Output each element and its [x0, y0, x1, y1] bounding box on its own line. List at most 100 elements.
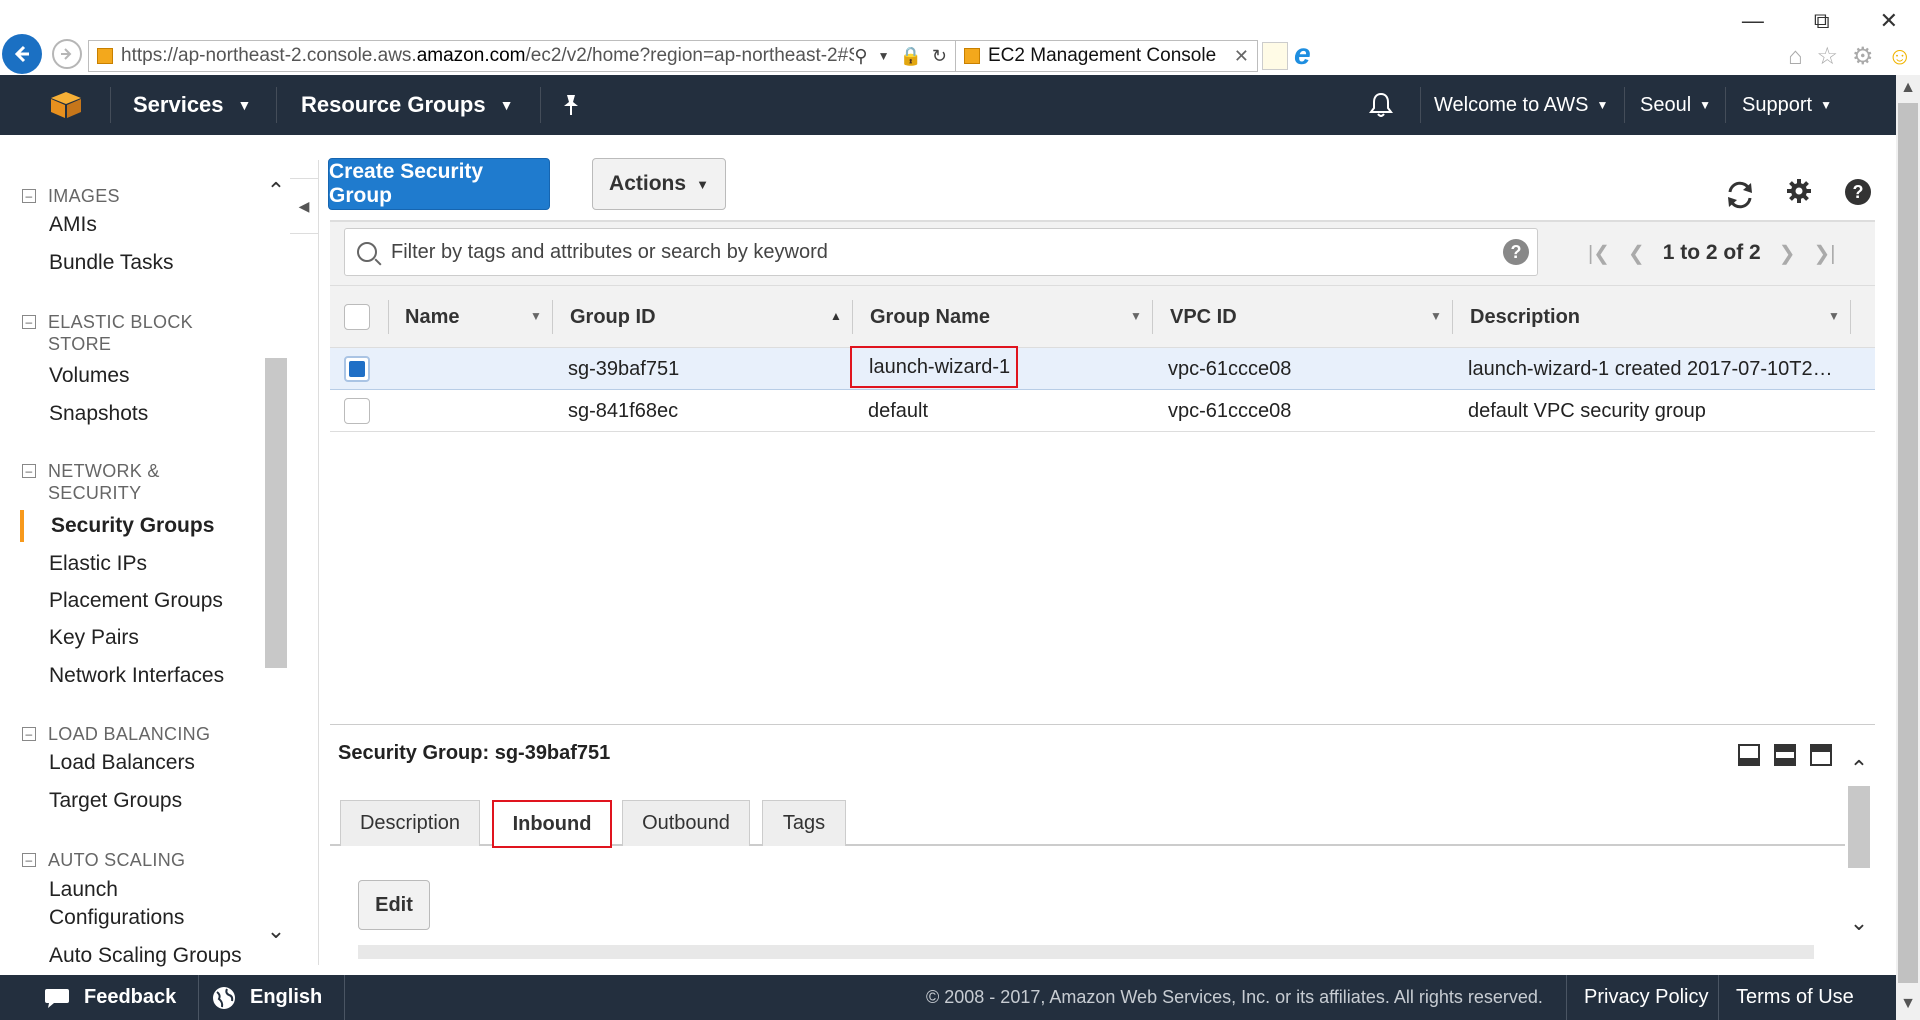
cell-group-name-highlighted[interactable]: launch-wizard-1	[850, 346, 1018, 388]
scroll-up-icon[interactable]: ▲	[1896, 79, 1920, 97]
scroll-down-icon[interactable]: ▼	[1896, 995, 1920, 1013]
tab-inbound[interactable]: Inbound	[492, 800, 612, 848]
close-window-icon[interactable]: ✕	[1880, 8, 1898, 34]
sidebar-item-placement-groups[interactable]: Placement Groups	[49, 587, 223, 615]
scroll-down-icon[interactable]: ⌄	[265, 918, 287, 944]
sort-icon[interactable]: ▼	[1130, 309, 1142, 323]
edit-button[interactable]: Edit	[358, 880, 430, 930]
favorites-star-icon[interactable]: ☆	[1816, 42, 1838, 71]
row-checkbox[interactable]	[344, 398, 370, 424]
sidebar-item-bundle-tasks[interactable]: Bundle Tasks	[49, 249, 174, 277]
sidebar-scrollbar[interactable]: ⌃ ⌄	[265, 178, 287, 963]
column-header-name[interactable]: Name	[405, 286, 459, 348]
tab-description[interactable]: Description	[340, 800, 480, 846]
section-auto-scaling[interactable]: – AUTO SCALING	[22, 849, 185, 871]
sidebar-item-launch-configurations[interactable]: Launch Configurations	[49, 876, 184, 932]
address-bar[interactable]: https://ap-northeast-2.console.aws.amazo…	[88, 40, 956, 72]
section-network-security[interactable]: – NETWORK & SECURITY	[22, 460, 160, 504]
help-icon[interactable]: ?	[1844, 178, 1872, 213]
settings-gear-icon[interactable]: ⚙	[1852, 42, 1874, 71]
search-icon[interactable]: ⚲	[854, 46, 867, 67]
scrollbar-thumb[interactable]	[1898, 103, 1918, 983]
resource-groups-menu[interactable]: Resource Groups ▼	[301, 75, 513, 135]
scroll-up-icon[interactable]: ⌃	[1848, 756, 1870, 782]
sidebar-item-network-interfaces[interactable]: Network Interfaces	[49, 662, 224, 690]
region-menu[interactable]: Seoul ▼	[1640, 75, 1711, 135]
sort-icon[interactable]: ▼	[530, 309, 542, 323]
column-header-description[interactable]: Description	[1470, 286, 1580, 348]
collapse-sidebar-icon[interactable]: ◀	[290, 178, 319, 234]
smiley-feedback-icon[interactable]: ☺	[1887, 43, 1912, 71]
sidebar-item-amis[interactable]: AMIs	[49, 211, 97, 239]
first-page-icon[interactable]: |❮	[1588, 241, 1610, 266]
pin-icon[interactable]	[560, 75, 582, 135]
forward-arrow-icon[interactable]	[52, 39, 82, 69]
section-elastic-block-store[interactable]: – ELASTIC BLOCK STORE	[22, 311, 193, 355]
detail-scrollbar[interactable]: ⌃ ⌄	[1848, 738, 1870, 943]
next-page-icon[interactable]: ❯	[1779, 241, 1796, 266]
aws-cube-logo-icon[interactable]	[50, 91, 82, 119]
collapse-minus-icon[interactable]: –	[22, 853, 36, 867]
feedback-link[interactable]: Feedback	[44, 975, 176, 1020]
sidebar-item-security-groups[interactable]: Security Groups	[51, 512, 214, 540]
scrollbar-thumb[interactable]	[1848, 786, 1870, 868]
sidebar-item-elastic-ips[interactable]: Elastic IPs	[49, 550, 147, 578]
account-menu[interactable]: Welcome to AWS ▼	[1434, 75, 1608, 135]
table-row[interactable]: sg-39baf751 launch-wizard-1 vpc-61ccce08…	[330, 346, 1875, 390]
sort-icon[interactable]: ▼	[1430, 309, 1442, 323]
browser-tab[interactable]: EC2 Management Console ✕	[956, 40, 1258, 72]
sidebar-item-key-pairs[interactable]: Key Pairs	[49, 624, 139, 652]
privacy-policy-link[interactable]: Privacy Policy	[1584, 975, 1708, 1020]
restore-icon[interactable]: ⧉	[1814, 8, 1830, 34]
sidebar-item-snapshots[interactable]: Snapshots	[49, 400, 148, 428]
collapse-minus-icon[interactable]: –	[22, 315, 36, 329]
language-selector[interactable]: English	[212, 975, 322, 1020]
section-load-balancing[interactable]: – LOAD BALANCING	[22, 723, 210, 745]
sidebar-item-load-balancers[interactable]: Load Balancers	[49, 749, 195, 777]
column-header-group-id[interactable]: Group ID	[570, 286, 656, 348]
select-all-checkbox[interactable]	[344, 304, 370, 330]
previous-page-icon[interactable]: ❮	[1628, 241, 1645, 266]
close-tab-icon[interactable]: ✕	[1234, 46, 1249, 67]
tab-outbound[interactable]: Outbound	[622, 800, 750, 846]
collapse-minus-icon[interactable]: –	[22, 727, 36, 741]
filter-search-input[interactable]: Filter by tags and attributes or search …	[344, 228, 1538, 276]
dropdown-icon[interactable]: ▼	[878, 49, 890, 63]
scroll-up-icon[interactable]: ⌃	[265, 178, 287, 204]
terms-of-use-link[interactable]: Terms of Use	[1736, 975, 1854, 1020]
support-menu[interactable]: Support ▼	[1742, 75, 1832, 135]
scrollbar-thumb[interactable]	[265, 358, 287, 668]
sort-ascending-icon[interactable]: ▲	[830, 309, 842, 323]
notifications-bell-icon[interactable]	[1368, 75, 1394, 135]
resize-handle[interactable]	[330, 724, 1875, 738]
column-header-vpc-id[interactable]: VPC ID	[1170, 286, 1237, 348]
create-security-group-button[interactable]: Create Security Group	[328, 158, 550, 210]
minimize-icon[interactable]: —	[1742, 8, 1764, 34]
settings-gear-icon[interactable]	[1786, 178, 1812, 211]
refresh-icon[interactable]: ↻	[932, 46, 947, 67]
collapse-minus-icon[interactable]: –	[22, 464, 36, 478]
actions-button[interactable]: Actions ▼	[592, 158, 726, 210]
section-images[interactable]: – IMAGES	[22, 185, 120, 207]
panel-minimize-icon[interactable]	[1738, 744, 1760, 766]
home-icon[interactable]: ⌂	[1788, 43, 1803, 71]
services-menu[interactable]: Services ▼	[133, 75, 251, 135]
sidebar-item-volumes[interactable]: Volumes	[49, 362, 130, 390]
sidebar-item-target-groups[interactable]: Target Groups	[49, 787, 182, 815]
page-scrollbar[interactable]: ▲ ▼	[1896, 75, 1920, 1020]
lock-icon[interactable]: 🔒	[899, 46, 921, 67]
panel-maximize-icon[interactable]	[1810, 744, 1832, 766]
sidebar-item-auto-scaling-groups[interactable]: Auto Scaling Groups	[49, 942, 242, 970]
scroll-down-icon[interactable]: ⌄	[1848, 910, 1870, 936]
collapse-minus-icon[interactable]: –	[22, 189, 36, 203]
column-header-group-name[interactable]: Group Name	[870, 286, 990, 348]
refresh-icon[interactable]	[1724, 180, 1756, 217]
tab-tags[interactable]: Tags	[762, 800, 846, 846]
new-tab-icon[interactable]	[1262, 42, 1288, 70]
last-page-icon[interactable]: ❯|	[1814, 241, 1836, 266]
sort-icon[interactable]: ▼	[1828, 309, 1840, 323]
panel-half-icon[interactable]	[1774, 744, 1796, 766]
row-checkbox[interactable]	[344, 356, 370, 382]
back-arrow-icon[interactable]	[2, 34, 42, 74]
filter-help-icon[interactable]: ?	[1503, 239, 1529, 265]
